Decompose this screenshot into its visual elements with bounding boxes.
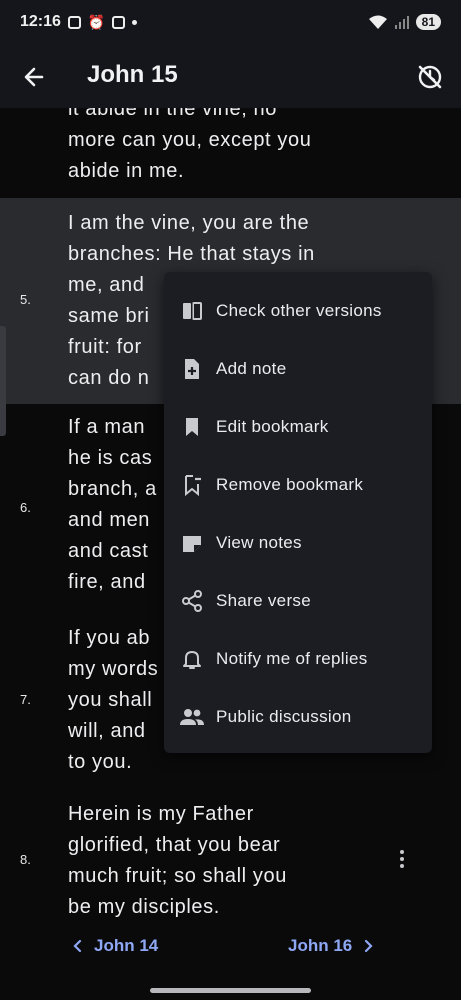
menu-item-label: Check other versions <box>216 301 382 320</box>
menu-item-view-notes[interactable]: View notes <box>164 514 432 572</box>
verse-row[interactable]: it abide in the vine; no more can you, e… <box>0 108 461 184</box>
menu-item-remove-bookmark[interactable]: Remove bookmark <box>164 456 432 514</box>
wifi-icon <box>368 15 387 29</box>
calendar-icon <box>112 15 126 29</box>
more-vert-icon <box>400 850 404 854</box>
menu-item-label: Notify me of replies <box>216 649 368 668</box>
scrollbar-thumb[interactable] <box>0 326 6 436</box>
battery-indicator: 81 <box>415 14 441 30</box>
menu-item-edit-bookmark[interactable]: Edit bookmark <box>164 398 432 456</box>
app-bar: John 15 <box>0 44 461 108</box>
notification-icon <box>67 15 81 29</box>
more-notifications-icon <box>132 19 138 25</box>
back-button[interactable] <box>18 61 50 93</box>
next-chapter-label: John 16 <box>288 936 353 955</box>
verse-text: Herein is my Father glorified, that you … <box>68 803 287 918</box>
menu-item-share-verse[interactable]: Share verse <box>164 572 432 630</box>
status-time: 12:16 <box>20 13 61 30</box>
previous-chapter-label: John 14 <box>94 936 159 955</box>
menu-item-label: View notes <box>216 533 302 552</box>
share-icon <box>179 588 205 614</box>
menu-item-check-other-versions[interactable]: Check other versions <box>164 282 432 340</box>
signal-icon <box>394 16 409 29</box>
more-vert-icon-dot <box>400 864 404 868</box>
verse-options-button[interactable] <box>392 848 412 870</box>
verse-number: 8. <box>20 852 31 867</box>
menu-item-label: Public discussion <box>216 707 352 726</box>
sync-disabled-icon <box>418 65 442 89</box>
gesture-handle[interactable] <box>150 988 311 993</box>
chapter-navigation: John 14 John 16 <box>0 924 461 970</box>
menu-item-notify-replies[interactable]: Notify me of replies <box>164 630 432 688</box>
chevron-left-icon <box>73 939 82 953</box>
bookmark-remove-icon <box>179 472 205 498</box>
menu-item-label: Share verse <box>216 591 311 610</box>
menu-item-label: Remove bookmark <box>216 475 364 494</box>
menu-item-label: Edit bookmark <box>216 417 329 436</box>
arrow-left-icon <box>24 67 44 87</box>
chevron-right-icon <box>365 939 373 953</box>
verse-number: 5. <box>20 292 31 307</box>
menu-item-label: Add note <box>216 359 287 378</box>
verse-number: 7. <box>20 692 31 707</box>
sync-off-button[interactable] <box>413 60 447 94</box>
menu-item-add-note[interactable]: Add note <box>164 340 432 398</box>
bookmark-icon <box>179 414 205 440</box>
next-chapter-link[interactable]: John 16 <box>288 936 374 956</box>
people-icon <box>179 704 205 730</box>
page-title: John 15 <box>87 61 178 88</box>
bell-icon <box>179 646 205 672</box>
compare-icon <box>179 298 205 324</box>
notes-icon <box>179 530 205 556</box>
previous-chapter-link[interactable]: John 14 <box>72 936 158 956</box>
more-vert-icon-dot <box>400 857 404 861</box>
verse-context-menu: Check other versions Add note Edit bookm… <box>164 272 432 753</box>
verse-number: 6. <box>20 500 31 515</box>
alarm-icon: ⏰ <box>87 13 106 30</box>
verse-text: it abide in the vine; no more can you, e… <box>68 108 312 182</box>
note-add-icon <box>179 356 205 382</box>
status-bar: 12:16 ⏰ 81 <box>0 0 461 44</box>
menu-item-public-discussion[interactable]: Public discussion <box>164 688 432 746</box>
